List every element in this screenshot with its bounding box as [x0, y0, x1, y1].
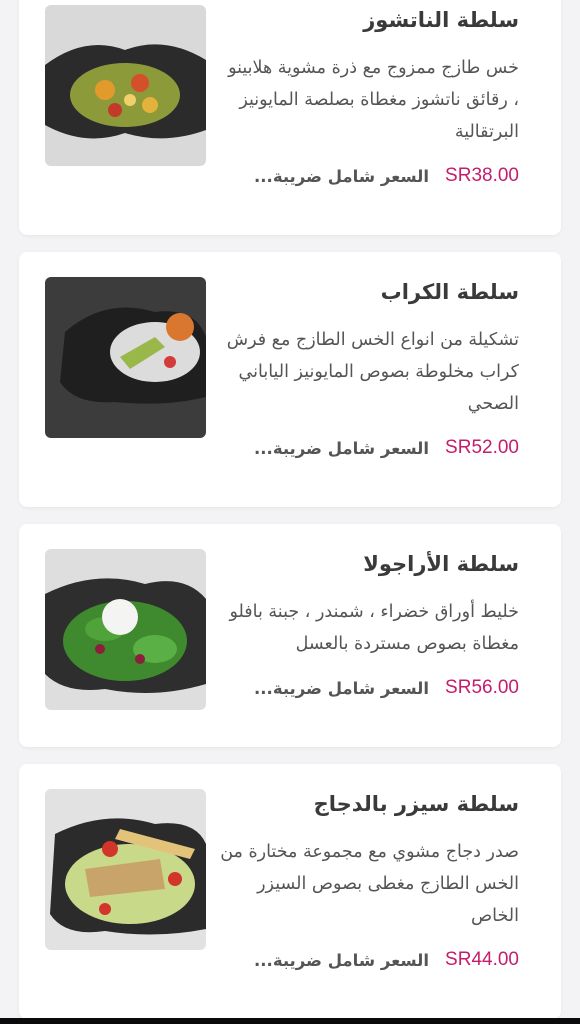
item-description: خس طازج ممزوج مع ذرة مشوية هلابينو ، رقا…	[228, 58, 519, 142]
item-description: صدر دجاج مشوي مع مجموعة مختارة من الخس ا…	[220, 842, 519, 926]
item-price: SR44.00	[445, 949, 519, 970]
item-title: سلطة الأراجولا	[363, 552, 519, 576]
item-title: سلطة سيزر بالدجاج	[313, 792, 519, 816]
item-title: سلطة الكراب	[380, 280, 519, 304]
bottom-bar	[0, 1018, 580, 1024]
item-title: سلطة الناتشوز	[363, 8, 519, 32]
tax-note: السعر شامل ضريبة...	[254, 438, 430, 458]
price-row: SR38.00 السعر شامل ضريبة...	[254, 165, 519, 187]
tax-note: السعر شامل ضريبة...	[254, 678, 430, 698]
crab-salad-image[interactable]	[45, 277, 206, 438]
arugula-salad-photo	[45, 549, 206, 710]
price-row: SR56.00 السعر شامل ضريبة...	[254, 677, 519, 699]
chicken-caesar-salad-photo	[45, 789, 206, 950]
chicken-caesar-salad-image[interactable]	[45, 789, 206, 950]
item-price: SR38.00	[445, 165, 519, 186]
menu-item-card[interactable]: سلطة الكراب تشكيلة من انواع الخس الطازج …	[19, 252, 561, 507]
tax-note: السعر شامل ضريبة...	[254, 166, 430, 186]
price-row: SR52.00 السعر شامل ضريبة...	[254, 437, 519, 459]
item-description: تشكيلة من انواع الخس الطازج مع فرش كراب …	[226, 330, 519, 414]
tax-note: السعر شامل ضريبة...	[254, 950, 430, 970]
arugula-salad-image[interactable]	[45, 549, 206, 710]
menu-item-card[interactable]: سلطة الأراجولا خليط أوراق خضراء ، شمندر …	[19, 524, 561, 747]
menu-item-card[interactable]: سلطة الناتشوز خس طازج ممزوج مع ذرة مشوية…	[19, 0, 561, 235]
nachos-salad-photo	[45, 5, 206, 166]
item-description: خليط أوراق خضراء ، شمندر ، جبنة بافلو مغ…	[229, 602, 519, 654]
price-row: SR44.00 السعر شامل ضريبة...	[254, 949, 519, 971]
item-price: SR56.00	[445, 677, 519, 698]
item-price: SR52.00	[445, 437, 519, 458]
menu-item-card[interactable]: سلطة سيزر بالدجاج صدر دجاج مشوي مع مجموع…	[19, 764, 561, 1019]
nachos-salad-image[interactable]	[45, 5, 206, 166]
crab-salad-photo	[45, 277, 206, 438]
